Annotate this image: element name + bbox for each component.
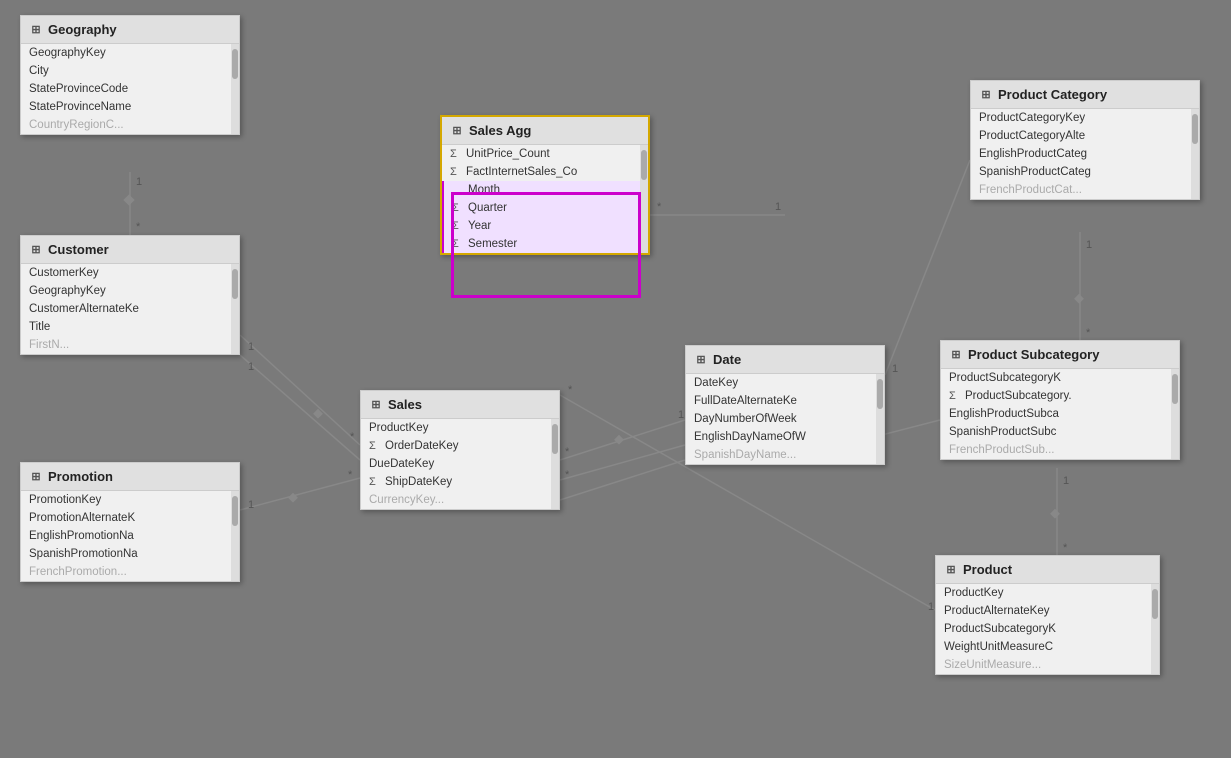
table-row: ΣYear [442, 217, 648, 235]
svg-text:1: 1 [1063, 475, 1069, 487]
table-row: SpanishProductCateg [971, 163, 1199, 181]
svg-text:1: 1 [892, 363, 898, 375]
svg-text:1: 1 [678, 409, 684, 421]
table-row: City [21, 62, 239, 80]
table-row: DayNumberOfWeek [686, 410, 884, 428]
table-icon: ⊞ [979, 88, 993, 102]
table-row: CountryRegionC... [21, 116, 239, 134]
table-row: ΣFactInternetSales_Co [442, 163, 648, 181]
table-icon: ⊞ [450, 124, 464, 138]
table-row: ΣQuarter [442, 199, 648, 217]
sales-agg-table-header: ⊞ Sales Agg [442, 117, 648, 145]
table-row: DueDateKey [361, 455, 559, 473]
sales-table[interactable]: ⊞ Sales ProductKey ΣOrderDateKey DueDate… [360, 390, 560, 510]
table-row: FullDateAlternateKe [686, 392, 884, 410]
table-row: SpanishPromotionNa [21, 545, 239, 563]
table-row: CurrencyKey... [361, 491, 559, 509]
table-row: ProductCategoryKey [971, 109, 1199, 127]
table-row: CustomerAlternateKe [21, 300, 239, 318]
table-icon: ⊞ [949, 348, 963, 362]
table-row: PromotionAlternateK [21, 509, 239, 527]
sales-table-header: ⊞ Sales [361, 391, 559, 419]
customer-table-header: ⊞ Customer [21, 236, 239, 264]
table-row: DateKey [686, 374, 884, 392]
svg-text:*: * [565, 469, 570, 481]
table-row: ΣShipDateKey [361, 473, 559, 491]
table-row: ProductCategoryAlte [971, 127, 1199, 145]
table-row: ΣUnitPrice_Count [442, 145, 648, 163]
table-row: FirstN... [21, 336, 239, 354]
table-icon: ⊞ [694, 353, 708, 367]
table-row: ProductSubcategoryK [936, 620, 1159, 638]
table-row: ProductKey [936, 584, 1159, 602]
svg-text:*: * [568, 384, 573, 396]
svg-text:1: 1 [136, 176, 142, 188]
table-row: Month [442, 181, 648, 199]
product-table-header: ⊞ Product [936, 556, 1159, 584]
table-row: SpanishDayName... [686, 446, 884, 464]
table-row: CustomerKey [21, 264, 239, 282]
table-icon: ⊞ [29, 243, 43, 257]
svg-text:1: 1 [928, 601, 934, 613]
date-table[interactable]: ⊞ Date DateKey FullDateAlternateKe DayNu… [685, 345, 885, 465]
table-row: PromotionKey [21, 491, 239, 509]
table-row: SpanishProductSubc [941, 423, 1179, 441]
svg-text:*: * [565, 446, 570, 458]
table-row: FrenchProductSub... [941, 441, 1179, 459]
table-row: ΣProductSubcategory. [941, 387, 1179, 405]
customer-table[interactable]: ⊞ Customer CustomerKey GeographyKey Cust… [20, 235, 240, 355]
table-row: FrenchPromotion... [21, 563, 239, 581]
table-row: ProductAlternateKey [936, 602, 1159, 620]
table-icon: ⊞ [29, 23, 43, 37]
table-row: EnglishPromotionNa [21, 527, 239, 545]
geography-table[interactable]: ⊞ Geography GeographyKey City StateProvi… [20, 15, 240, 135]
promotion-table[interactable]: ⊞ Promotion PromotionKey PromotionAltern… [20, 462, 240, 582]
geography-table-header: ⊞ Geography [21, 16, 239, 44]
table-row: FrenchProductCat... [971, 181, 1199, 199]
product-category-table[interactable]: ⊞ Product Category ProductCategoryKey Pr… [970, 80, 1200, 200]
svg-text:1: 1 [248, 499, 254, 511]
svg-text:*: * [1063, 542, 1068, 554]
table-row: ProductKey [361, 419, 559, 437]
table-row: WeightUnitMeasureC [936, 638, 1159, 656]
table-row: SizeUnitMeasure... [936, 656, 1159, 674]
svg-text:1: 1 [248, 361, 254, 373]
svg-text:1: 1 [1086, 239, 1092, 251]
product-subcategory-table-header: ⊞ Product Subcategory [941, 341, 1179, 369]
table-row: ΣSemester [442, 235, 648, 253]
table-row: EnglishDayNameOfW [686, 428, 884, 446]
table-icon: ⊞ [944, 563, 958, 577]
table-row: ΣOrderDateKey [361, 437, 559, 455]
table-icon: ⊞ [29, 470, 43, 484]
svg-text:*: * [348, 469, 353, 481]
svg-text:*: * [136, 221, 141, 233]
canvas: 1 * 1 * 1 1 * * 1 * 1 * 1 [0, 0, 1231, 758]
table-row: EnglishProductCateg [971, 145, 1199, 163]
svg-text:1: 1 [775, 201, 781, 213]
svg-text:1: 1 [248, 341, 254, 353]
date-table-header: ⊞ Date [686, 346, 884, 374]
svg-text:*: * [1086, 327, 1091, 339]
table-row: StateProvinceName [21, 98, 239, 116]
promotion-table-header: ⊞ Promotion [21, 463, 239, 491]
svg-text:*: * [657, 201, 662, 213]
sales-agg-table[interactable]: ⊞ Sales Agg ΣUnitPrice_Count ΣFactIntern… [440, 115, 650, 255]
table-row: GeographyKey [21, 282, 239, 300]
table-row: GeographyKey [21, 44, 239, 62]
product-table[interactable]: ⊞ Product ProductKey ProductAlternateKey… [935, 555, 1160, 675]
product-category-table-header: ⊞ Product Category [971, 81, 1199, 109]
product-subcategory-table[interactable]: ⊞ Product Subcategory ProductSubcategory… [940, 340, 1180, 460]
table-row: StateProvinceCode [21, 80, 239, 98]
table-icon: ⊞ [369, 398, 383, 412]
table-row: ProductSubcategoryK [941, 369, 1179, 387]
table-row: EnglishProductSubca [941, 405, 1179, 423]
table-row: Title [21, 318, 239, 336]
svg-text:*: * [350, 431, 355, 443]
